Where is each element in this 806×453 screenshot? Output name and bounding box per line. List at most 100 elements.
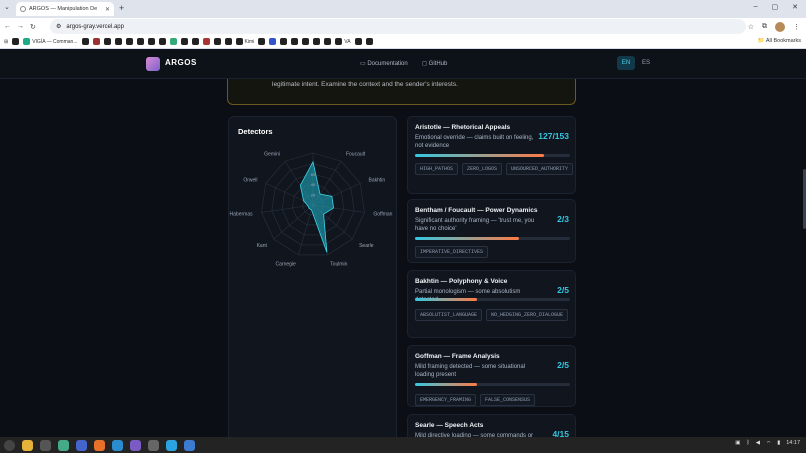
- bookmark-item[interactable]: [12, 38, 20, 45]
- tray-icon[interactable]: ▣: [735, 440, 740, 447]
- tag-chip: EMERGENCY_FRAMING: [415, 394, 477, 406]
- brand-name[interactable]: ARGOS: [165, 58, 197, 67]
- card-title: Goffman — Frame Analysis: [415, 353, 500, 360]
- bookmark-item[interactable]: [291, 38, 299, 45]
- firefox-icon[interactable]: [94, 439, 105, 451]
- bookmark-item[interactable]: [180, 38, 188, 45]
- all-bookmarks-button[interactable]: 📁 All Bookmarks: [753, 38, 801, 44]
- score-bar: [415, 298, 570, 301]
- argos-logo-icon[interactable]: [146, 57, 160, 71]
- banner-text: legitimate intent. Examine the context a…: [272, 81, 458, 88]
- bookmark-item[interactable]: [224, 38, 232, 45]
- bookmark-item[interactable]: [125, 38, 133, 45]
- detectors-radar-chart: 60 40 20 Aristotle Foucault Bakhtin Goffman Sea…: [230, 147, 393, 268]
- tag-list: IMPERATIVE_DIRECTIVES: [415, 246, 575, 258]
- bookmark-item[interactable]: [169, 38, 177, 45]
- bookmark-item[interactable]: [136, 38, 144, 45]
- bookmark-item[interactable]: [202, 38, 210, 45]
- files-icon[interactable]: [22, 439, 33, 451]
- apps-icon[interactable]: ⊞: [4, 39, 8, 45]
- close-window-icon[interactable]: ✕: [792, 3, 798, 11]
- lang-en-button[interactable]: EN: [617, 56, 635, 70]
- lang-es-button[interactable]: ES: [637, 56, 655, 70]
- battery-icon[interactable]: ▮: [777, 440, 780, 447]
- radar-series-area: [299, 160, 335, 253]
- bookmark-item[interactable]: Kimi: [235, 38, 254, 45]
- tag-list: EMERGENCY_FRAMING FALSE_CONSENSUS: [415, 394, 575, 406]
- bookmark-item[interactable]: [354, 38, 362, 45]
- start-menu-icon[interactable]: [4, 439, 15, 451]
- tab-search-icon[interactable]: ⌄: [4, 3, 10, 11]
- bookmark-item[interactable]: [280, 38, 288, 45]
- detector-card[interactable]: Searle — Speech Acts Mild directive loadi…: [407, 414, 576, 437]
- card-description: Partial monologism — some absolutism det…: [415, 289, 521, 303]
- reload-icon[interactable]: ↻: [30, 23, 36, 31]
- documentation-link[interactable]: ▭ Documentation: [360, 60, 408, 67]
- score-bar: [415, 383, 570, 386]
- bookmark-item[interactable]: [365, 38, 373, 45]
- score-bar: [415, 154, 570, 157]
- profile-avatar[interactable]: [775, 21, 785, 32]
- score-bar-fill: [415, 154, 544, 157]
- terminal-icon[interactable]: [40, 439, 51, 451]
- telegram-icon[interactable]: [166, 439, 177, 451]
- back-icon[interactable]: ←: [4, 23, 11, 30]
- tag-list: ABSOLUTIST_LANGUAGE NO_HEDGING_ZERO_DIALO…: [415, 309, 575, 321]
- detectors-title: Detectors: [238, 127, 273, 136]
- vscode-icon[interactable]: [112, 439, 123, 451]
- card-description: Mild framing detected — some situational…: [415, 364, 526, 378]
- new-tab-icon[interactable]: +: [119, 3, 124, 13]
- app-icon[interactable]: [76, 439, 87, 451]
- detector-card[interactable]: Bakhtin — Polyphony & Voice Partial monol…: [407, 270, 576, 338]
- bluetooth-icon[interactable]: ᛒ: [746, 440, 749, 447]
- menu-icon[interactable]: ⋮: [793, 23, 800, 31]
- url-text: argos-gray.vercel.app: [66, 23, 124, 30]
- browser-tab[interactable]: ARGOS — Manipulation De ✕: [16, 2, 114, 16]
- settings-icon[interactable]: [148, 439, 159, 451]
- card-score: 2/5: [557, 360, 569, 370]
- favicon-icon: [20, 6, 26, 12]
- radar-tick-label: 40: [311, 182, 316, 187]
- bookmark-item[interactable]: [313, 38, 321, 45]
- bookmark-item[interactable]: [302, 38, 310, 45]
- bookmark-item[interactable]: VIGÍA — Comman...: [23, 38, 78, 45]
- bookmark-item[interactable]: [103, 38, 111, 45]
- radar-tick-label: 60: [311, 172, 316, 177]
- bookmark-item[interactable]: [92, 38, 100, 45]
- app-icon[interactable]: [184, 439, 195, 451]
- card-title: Searle — Speech Acts: [415, 422, 484, 429]
- window-controls: – ▢ ✕: [754, 3, 798, 11]
- address-bar[interactable]: ⚙ argos-gray.vercel.app: [50, 19, 746, 34]
- close-icon[interactable]: ✕: [105, 6, 110, 13]
- tag-chip: NO_HEDGING_ZERO_DIALOGUE: [486, 309, 569, 321]
- wifi-icon[interactable]: ⌔: [766, 440, 771, 447]
- forward-icon[interactable]: →: [17, 23, 24, 30]
- app-icon[interactable]: [130, 439, 141, 451]
- bookmark-item[interactable]: [158, 38, 166, 45]
- bookmark-item[interactable]: [114, 38, 122, 45]
- bookmark-item[interactable]: [324, 38, 332, 45]
- clock[interactable]: 14:17: [786, 440, 800, 447]
- maximize-icon[interactable]: ▢: [772, 3, 779, 11]
- detector-card[interactable]: Bentham / Foucault — Power Dynamics Signi…: [407, 199, 576, 263]
- bookmark-item[interactable]: [191, 38, 199, 45]
- bookmark-item[interactable]: [269, 38, 277, 45]
- detector-card[interactable]: Goffman — Frame Analysis Mild framing det…: [407, 345, 576, 407]
- bookmark-item[interactable]: [213, 38, 221, 45]
- tab-title: ARGOS — Manipulation De: [29, 6, 98, 12]
- bookmark-star-icon[interactable]: ☆: [748, 23, 754, 31]
- site-info-icon[interactable]: ⚙: [56, 23, 61, 30]
- radar-axis-label: Kant: [257, 243, 268, 249]
- bookmark-item[interactable]: [258, 38, 266, 45]
- card-score: 4/15: [552, 429, 569, 437]
- github-link[interactable]: ◻ GitHub: [422, 60, 447, 67]
- volume-icon[interactable]: ◀: [756, 440, 760, 447]
- bookmark-item[interactable]: VA: [335, 38, 351, 45]
- chrome-icon[interactable]: [58, 439, 69, 451]
- bookmark-item[interactable]: [81, 38, 89, 45]
- bookmark-item[interactable]: [147, 38, 155, 45]
- card-title: Aristotle — Rhetorical Appeals: [415, 124, 511, 131]
- minimize-icon[interactable]: –: [754, 3, 758, 11]
- extensions-icon[interactable]: ⧉: [762, 23, 767, 31]
- detector-card[interactable]: Aristotle — Rhetorical Appeals Emotional …: [407, 116, 576, 194]
